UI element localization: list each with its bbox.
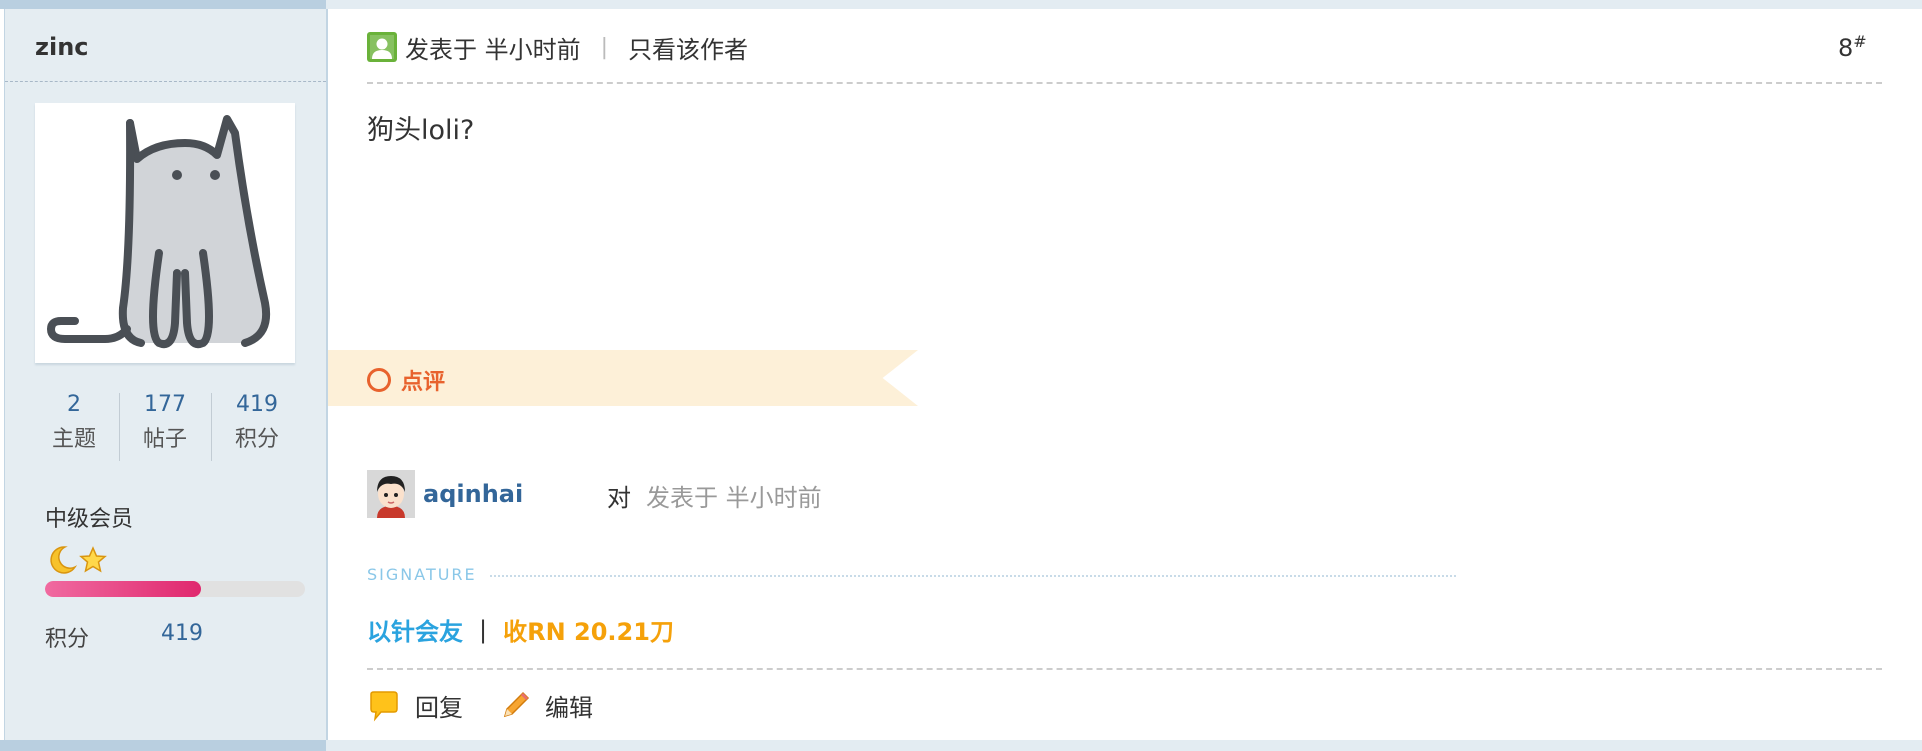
bottom-border bbox=[0, 740, 1922, 751]
points-value[interactable]: 419 bbox=[161, 621, 203, 646]
cat-avatar-icon bbox=[46, 115, 270, 348]
author-avatar[interactable] bbox=[35, 103, 295, 363]
reply-button[interactable]: 回复 bbox=[367, 688, 463, 723]
author-stats: 2 主题 177 帖子 419 积分 bbox=[29, 389, 301, 469]
author-sidebar: zinc 2 主题 177 帖子 419 积分 中级会员 积分 419 bbox=[4, 9, 328, 740]
commenter-avatar[interactable] bbox=[367, 470, 415, 518]
commenter-username[interactable]: aqinhai bbox=[423, 480, 523, 508]
stat-topics-value: 2 bbox=[67, 392, 81, 417]
online-user-icon bbox=[367, 32, 397, 62]
signature-part-1: 以针会友 bbox=[367, 618, 463, 646]
signature-separator: | bbox=[479, 615, 488, 644]
points-label: 积分 bbox=[45, 627, 90, 652]
comment-to-label: 对 bbox=[607, 484, 631, 512]
star-icon bbox=[79, 546, 107, 573]
level-icons bbox=[47, 545, 109, 579]
header-divider bbox=[367, 82, 1882, 84]
stat-points-value: 419 bbox=[236, 392, 278, 417]
speech-bubble-icon bbox=[370, 690, 398, 721]
bottom-border-sidebar bbox=[0, 740, 326, 751]
top-border bbox=[0, 0, 1922, 9]
stat-posts-value: 177 bbox=[144, 392, 186, 417]
post-header: 发表于 半小时前 | 只看该作者 bbox=[367, 30, 748, 65]
floor-number[interactable]: 8# bbox=[1838, 32, 1867, 62]
signature-part-2: 收RN 20.21刀 bbox=[503, 618, 674, 646]
moon-icon bbox=[50, 546, 78, 574]
signature-label: SIGNATURE bbox=[367, 565, 477, 584]
stat-points[interactable]: 419 积分 bbox=[212, 389, 302, 459]
header-separator: | bbox=[600, 34, 609, 60]
stat-posts-label: 帖子 bbox=[142, 427, 187, 452]
floor-value: 8 bbox=[1838, 34, 1854, 62]
stat-topics[interactable]: 2 主题 bbox=[29, 389, 119, 459]
comment-time: 发表于 半小时前 bbox=[646, 484, 822, 512]
edit-button[interactable]: 编辑 bbox=[499, 688, 593, 723]
reply-label: 回复 bbox=[415, 694, 463, 722]
comment-heading-text: 点评 bbox=[401, 370, 446, 395]
only-author-link[interactable]: 只看该作者 bbox=[628, 30, 748, 65]
edit-label: 编辑 bbox=[545, 694, 593, 722]
level-progress-fill bbox=[45, 581, 201, 597]
comment-heading: 点评 bbox=[367, 364, 445, 396]
footer-divider bbox=[367, 668, 1882, 670]
sidebar-divider bbox=[5, 81, 326, 82]
stat-points-label: 积分 bbox=[234, 427, 279, 452]
post-time: 发表于 半小时前 bbox=[405, 35, 581, 64]
signature-divider bbox=[490, 575, 1456, 577]
post-content: 狗头loli? bbox=[367, 115, 475, 146]
floor-suffix: # bbox=[1853, 32, 1867, 51]
stat-topics-label: 主题 bbox=[51, 427, 96, 452]
comment-item: aqinhai 对 发表于 半小时前 bbox=[367, 470, 1167, 518]
signature-text: 以针会友 | 收RN 20.21刀 bbox=[367, 612, 674, 647]
post-actions: 回复 编辑 bbox=[367, 688, 629, 723]
pencil-icon bbox=[503, 691, 530, 717]
top-border-sidebar bbox=[0, 0, 326, 9]
circle-icon bbox=[367, 368, 391, 392]
level-progress-bar bbox=[45, 581, 305, 597]
author-username[interactable]: zinc bbox=[35, 33, 89, 61]
member-level[interactable]: 中级会员 bbox=[45, 501, 133, 533]
stat-posts[interactable]: 177 帖子 bbox=[120, 389, 210, 459]
